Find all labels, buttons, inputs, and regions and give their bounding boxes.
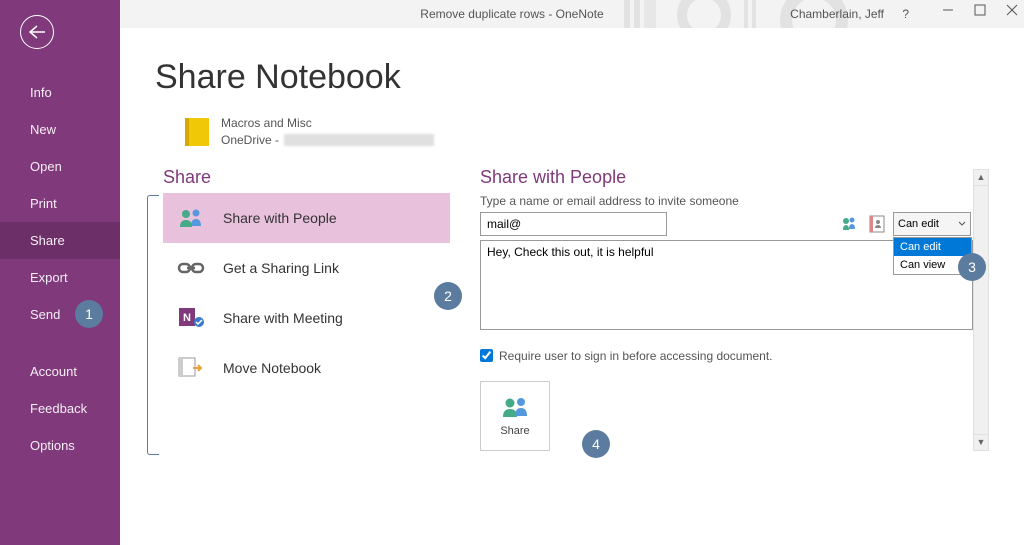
nav-info[interactable]: Info bbox=[0, 74, 120, 111]
onenote-meeting-icon: N bbox=[177, 306, 205, 330]
main-content: Share Notebook Macros and Misc OneDrive … bbox=[120, 28, 1024, 545]
share-heading: Share bbox=[163, 167, 450, 188]
move-notebook-icon bbox=[177, 356, 205, 380]
share-with-meeting-option[interactable]: N Share with Meeting bbox=[163, 293, 450, 343]
nav-feedback[interactable]: Feedback bbox=[0, 390, 120, 427]
file-sidebar: Info New Open Print Share Export Send Ac… bbox=[0, 0, 120, 545]
scroll-down-icon[interactable]: ▼ bbox=[974, 434, 988, 450]
require-signin-checkbox[interactable] bbox=[480, 349, 493, 362]
people-icon bbox=[500, 395, 530, 419]
nav-new[interactable]: New bbox=[0, 111, 120, 148]
get-sharing-link-option[interactable]: Get a Sharing Link bbox=[163, 243, 450, 293]
nav-share[interactable]: Share bbox=[0, 222, 120, 259]
permission-dropdown[interactable]: Can edit Can edit Can view bbox=[893, 212, 971, 236]
permission-option-edit[interactable]: Can edit bbox=[894, 238, 971, 256]
option-label: Share with Meeting bbox=[223, 310, 343, 326]
option-label: Share with People bbox=[223, 210, 337, 226]
callout-3: 3 bbox=[958, 253, 986, 281]
maximize-button[interactable] bbox=[973, 3, 987, 17]
nav-open[interactable]: Open bbox=[0, 148, 120, 185]
notebook-location-prefix: OneDrive - bbox=[221, 132, 279, 149]
notebook-icon bbox=[185, 118, 209, 146]
svg-text:N: N bbox=[183, 312, 191, 324]
share-with-people-option[interactable]: Share with People bbox=[163, 193, 450, 243]
share-panel: Share with People Type a name or email a… bbox=[480, 167, 989, 451]
people-icon bbox=[177, 206, 205, 230]
notebook-location-redacted bbox=[284, 134, 434, 146]
user-name[interactable]: Chamberlain, Jeff bbox=[790, 7, 884, 21]
option-label: Get a Sharing Link bbox=[223, 260, 339, 276]
option-label: Move Notebook bbox=[223, 360, 321, 376]
share-button-label: Share bbox=[500, 425, 529, 437]
notebook-info: Macros and Misc OneDrive - bbox=[185, 115, 989, 149]
share-button[interactable]: Share bbox=[480, 381, 550, 451]
notebook-name: Macros and Misc bbox=[221, 115, 434, 132]
move-notebook-option[interactable]: Move Notebook bbox=[163, 343, 450, 393]
page-title: Share Notebook bbox=[155, 58, 989, 97]
minimize-button[interactable] bbox=[941, 3, 955, 17]
scrollbar[interactable]: ▲ ▼ bbox=[973, 169, 989, 451]
callout-4: 4 bbox=[582, 430, 610, 458]
back-arrow-icon bbox=[28, 25, 46, 39]
help-button[interactable]: ? bbox=[902, 7, 909, 21]
chevron-down-icon bbox=[958, 221, 966, 227]
title-bar: Remove duplicate rows - OneNote Chamberl… bbox=[0, 0, 1024, 28]
nav-account[interactable]: Account bbox=[0, 353, 120, 390]
invite-field-label: Type a name or email address to invite s… bbox=[480, 194, 971, 208]
nav-options[interactable]: Options bbox=[0, 427, 120, 464]
permission-selected: Can edit bbox=[898, 218, 939, 230]
nav-export[interactable]: Export bbox=[0, 259, 120, 296]
close-button[interactable] bbox=[1005, 3, 1019, 17]
check-names-icon[interactable] bbox=[841, 216, 857, 232]
address-book-icon[interactable] bbox=[867, 214, 887, 234]
callout-1: 1 bbox=[75, 300, 103, 328]
nav-print[interactable]: Print bbox=[0, 185, 120, 222]
callout-2: 2 bbox=[434, 282, 462, 310]
window-title: Remove duplicate rows - OneNote bbox=[420, 7, 603, 21]
panel-heading: Share with People bbox=[480, 167, 971, 188]
require-signin-label: Require user to sign in before accessing… bbox=[499, 349, 773, 363]
share-options-column: Share Share with People Get a Sharing Li… bbox=[155, 167, 450, 451]
invite-email-input[interactable] bbox=[480, 212, 667, 236]
bracket-decoration bbox=[147, 195, 159, 455]
back-button[interactable] bbox=[20, 15, 54, 49]
link-icon bbox=[177, 256, 205, 280]
scroll-up-icon[interactable]: ▲ bbox=[974, 170, 988, 186]
